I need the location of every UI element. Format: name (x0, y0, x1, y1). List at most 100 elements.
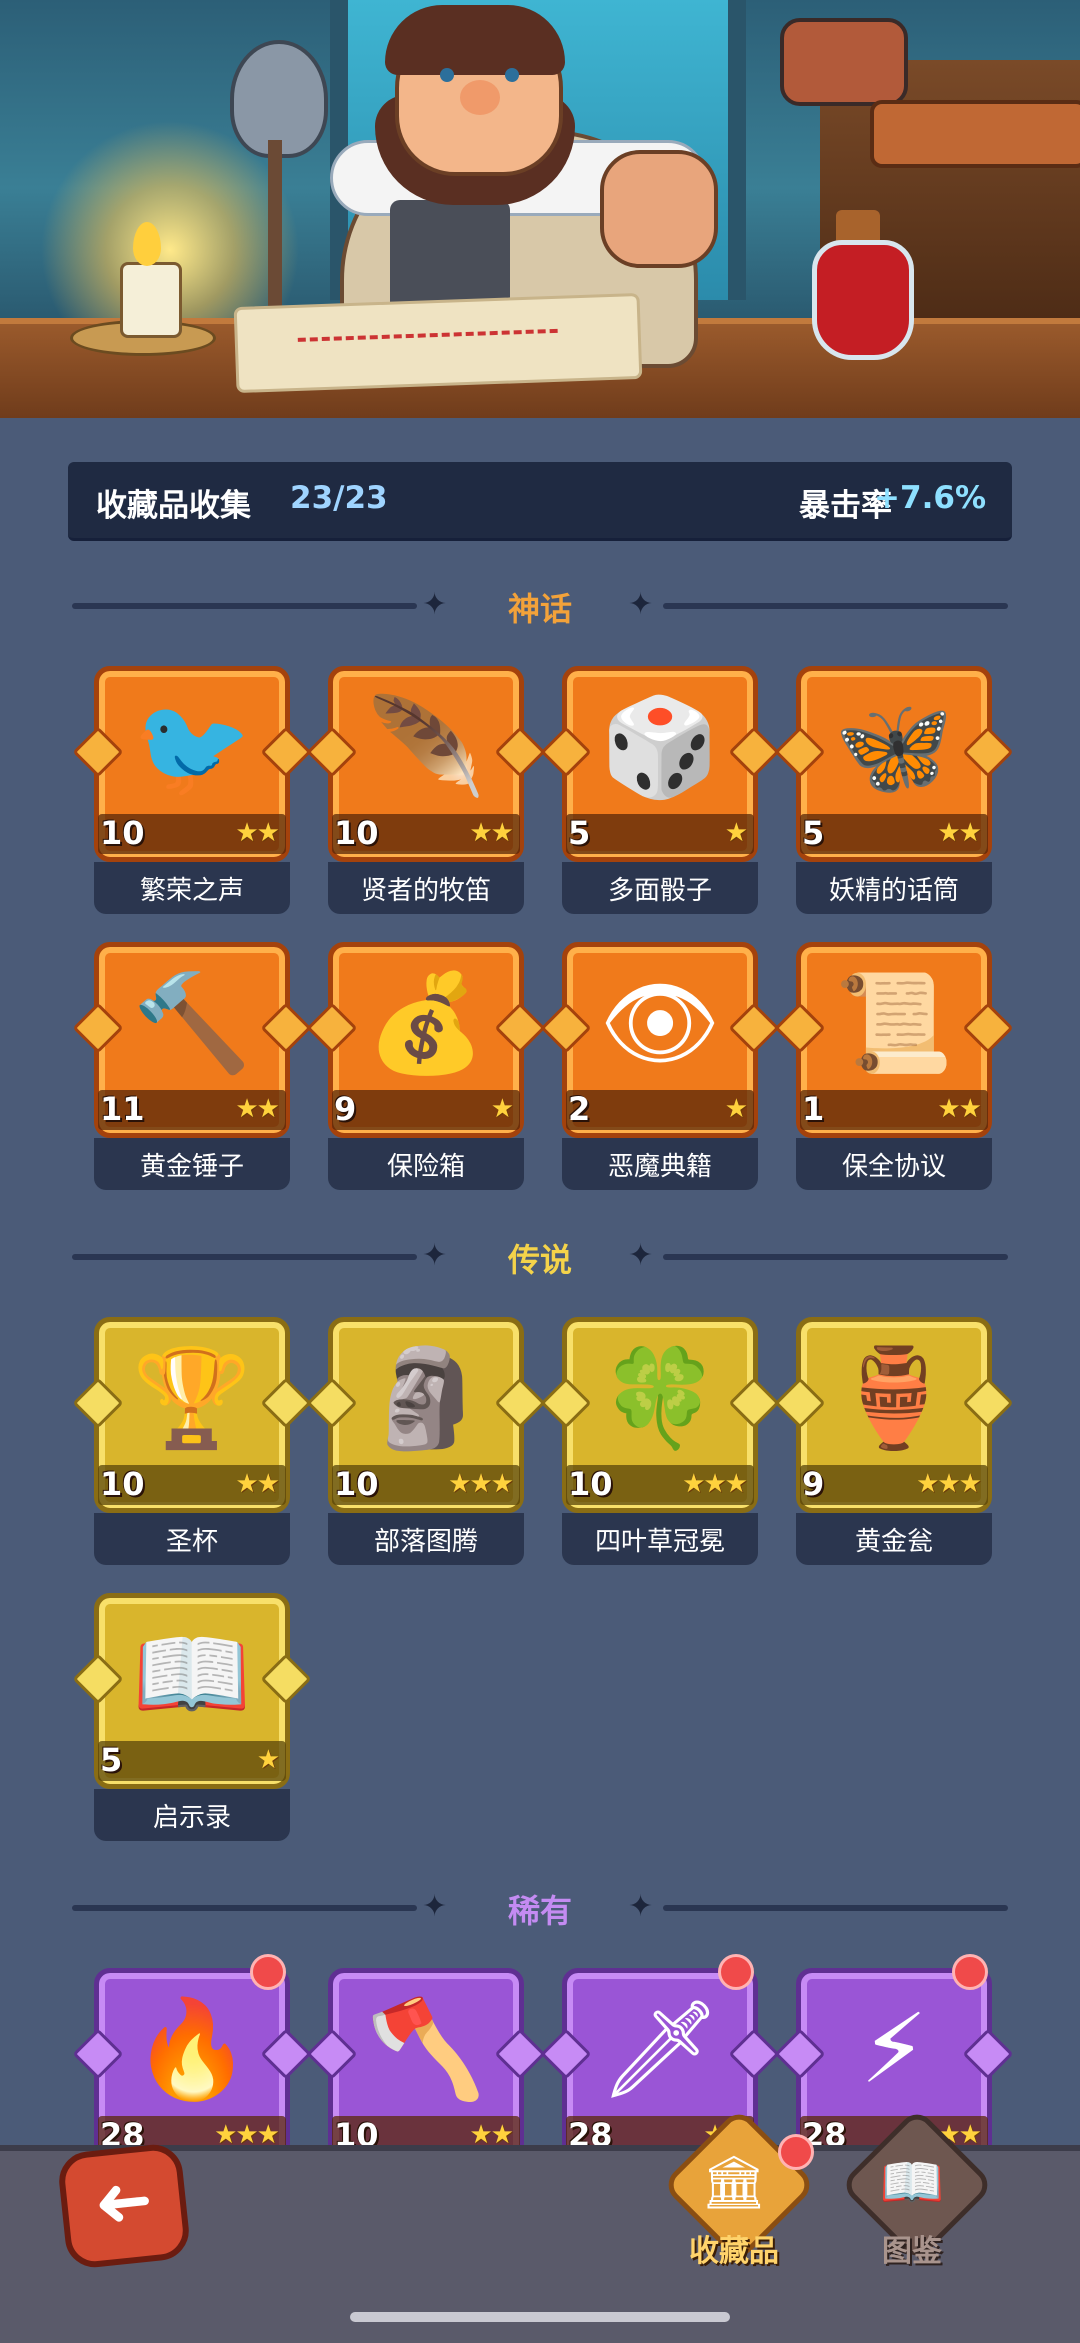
collectible-card[interactable]: 🎲 5 ★ 多面骰子 (540, 666, 780, 914)
item-name: 妖精的话筒 (828, 876, 959, 906)
crit-rate-value: +7.6% (874, 480, 986, 516)
item-name: 繁荣之声 (139, 876, 244, 906)
sealed-contract-icon: 📜 (834, 967, 954, 1079)
notification-dot (778, 2134, 814, 2170)
candle-icon (120, 262, 182, 338)
item-level: 1 (802, 1090, 825, 1128)
tribal-totem-icon: 🗿 (366, 1342, 486, 1454)
d20-dice-icon: 🎲 (600, 691, 720, 803)
collectible-card[interactable]: 🏆 10 ★★ 圣杯 (72, 1317, 312, 1565)
item-level: 5 (568, 814, 591, 852)
fairy-microphone-icon: 🦋 (834, 691, 954, 803)
item-level: 5 (802, 814, 825, 852)
collection-stats-bar: 收藏品收集 23/23 暴击率 +7.6% (68, 462, 1012, 541)
stone-axe-icon: 🪓 (366, 1993, 486, 2105)
section-title-myth: 神话 (507, 590, 572, 628)
item-level: 10 (334, 1465, 379, 1503)
collectible-card[interactable]: 🗿 10 ★★★ 部落图腾 (306, 1317, 546, 1565)
tab-collectibles-label: 收藏品 (689, 2234, 779, 2269)
item-level: 2 (568, 1090, 591, 1128)
collection-count: 23/23 (290, 480, 388, 516)
blue-bird-orb-icon: 🐦 (132, 691, 252, 803)
item-name: 黄金锤子 (139, 1152, 244, 1182)
collectible-card[interactable]: 💰 9 ★ 保险箱 (306, 942, 546, 1190)
star-rating: ★ (724, 818, 748, 848)
item-name: 保全协议 (841, 1152, 946, 1182)
home-indicator[interactable] (350, 2312, 730, 2322)
back-arrow-icon: ➜ (90, 2157, 157, 2245)
tab-collectibles[interactable]: 🏛 收藏品 (661, 2107, 817, 2280)
star-rating: ★ (724, 1094, 748, 1124)
collectible-card[interactable]: 🍀 10 ★★★ 四叶草冠冕 (540, 1317, 780, 1565)
golden-urn-icon: 🏺 (834, 1342, 954, 1454)
treasure-chest (870, 100, 1080, 168)
collectible-card[interactable]: 🔨 11 ★★ 黄金锤子 (72, 942, 312, 1190)
collectible-card[interactable]: 🐦 10 ★★ 繁荣之声 (72, 666, 312, 914)
item-name: 黄金瓮 (854, 1527, 933, 1557)
item-level: 9 (802, 1465, 825, 1503)
holy-grail-icon: 🏆 (132, 1342, 252, 1454)
lightning-crystal-icon: ⚡ (860, 1993, 928, 2105)
star-rating: ★ (490, 1094, 514, 1124)
item-level: 10 (334, 814, 379, 852)
merchant-nose (460, 80, 500, 115)
merchant-fist (600, 150, 718, 268)
map-route (297, 328, 558, 342)
collectible-card[interactable]: 🦋 5 ★★ 妖精的话筒 (774, 666, 1014, 914)
item-name: 保险箱 (386, 1152, 465, 1182)
collectible-card[interactable]: 👁 2 ★ 恶魔典籍 (540, 942, 780, 1190)
item-level: 9 (334, 1090, 357, 1128)
item-name: 贤者的牧笛 (360, 876, 491, 906)
item-name: 恶魔典籍 (607, 1152, 712, 1182)
hero-illustration (0, 0, 1080, 418)
item-level: 10 (568, 1465, 613, 1503)
phoenix-feather-icon: 🔥 (132, 1993, 252, 2105)
collectible-card[interactable]: 🪶 10 ★★ 贤者的牧笛 (306, 666, 546, 914)
item-name: 多面骰子 (607, 876, 712, 906)
item-name: 部落图腾 (373, 1527, 478, 1557)
star-rating: ★★★ (448, 1469, 514, 1499)
star-rating: ★★ (235, 1094, 280, 1124)
star-rating: ★★ (469, 818, 514, 848)
tab-codex-label: 图鉴 (882, 2234, 942, 2269)
merchant-eye (505, 68, 519, 82)
star-rating: ★★ (235, 818, 280, 848)
section-header-legend: ✦ ✦ 传说 (72, 1231, 1008, 1281)
item-level: 10 (100, 1465, 145, 1503)
back-button[interactable]: ➜ (56, 2141, 192, 2271)
collection-label: 收藏品收集 (96, 488, 251, 524)
clover-crown-icon: 🍀 (600, 1342, 720, 1454)
star-rating: ★★ (235, 1469, 280, 1499)
treasure-map (233, 292, 643, 394)
flame-icon (133, 222, 161, 266)
red-potion-icon (812, 240, 914, 360)
star-rating: ★★ (937, 1094, 982, 1124)
notification-dot (952, 1954, 988, 1990)
item-name: 圣杯 (165, 1527, 218, 1557)
collectible-card[interactable]: 📜 1 ★★ 保全协议 (774, 942, 1014, 1190)
section-title-rare: 稀有 (507, 1892, 572, 1930)
star-rating: ★★★ (916, 1469, 982, 1499)
star-rating: ★★★ (682, 1469, 748, 1499)
section-title-legend: 传说 (507, 1241, 572, 1279)
codex-book-icon: 📖 (879, 2153, 945, 2213)
merchant-eye (440, 68, 454, 82)
collectible-card[interactable]: 🏺 9 ★★★ 黄金瓮 (774, 1317, 1014, 1565)
collectible-card[interactable]: 📖 5 ★ 启示录 (72, 1593, 312, 1841)
open-book-icon: 📖 (132, 1618, 252, 1730)
golden-hammer-icon: 🔨 (132, 967, 252, 1079)
totem-mask (780, 18, 908, 106)
tab-codex[interactable]: 📖 图鉴 (839, 2107, 995, 2280)
merchant-hair (385, 5, 565, 75)
section-header-myth: ✦ ✦ 神话 (72, 580, 1008, 630)
star-rating: ★★ (937, 818, 982, 848)
item-name: 四叶草冠冕 (594, 1527, 725, 1557)
item-level: 11 (100, 1090, 145, 1128)
item-name: 启示录 (152, 1803, 231, 1833)
feather-flute-icon: 🪶 (366, 691, 486, 803)
item-level: 10 (100, 814, 145, 852)
section-header-rare: ✦ ✦ 稀有 (72, 1882, 1008, 1932)
item-level: 5 (100, 1741, 123, 1779)
frost-dagger-icon: 🗡 (599, 1993, 721, 2105)
notification-dot (250, 1954, 286, 1990)
